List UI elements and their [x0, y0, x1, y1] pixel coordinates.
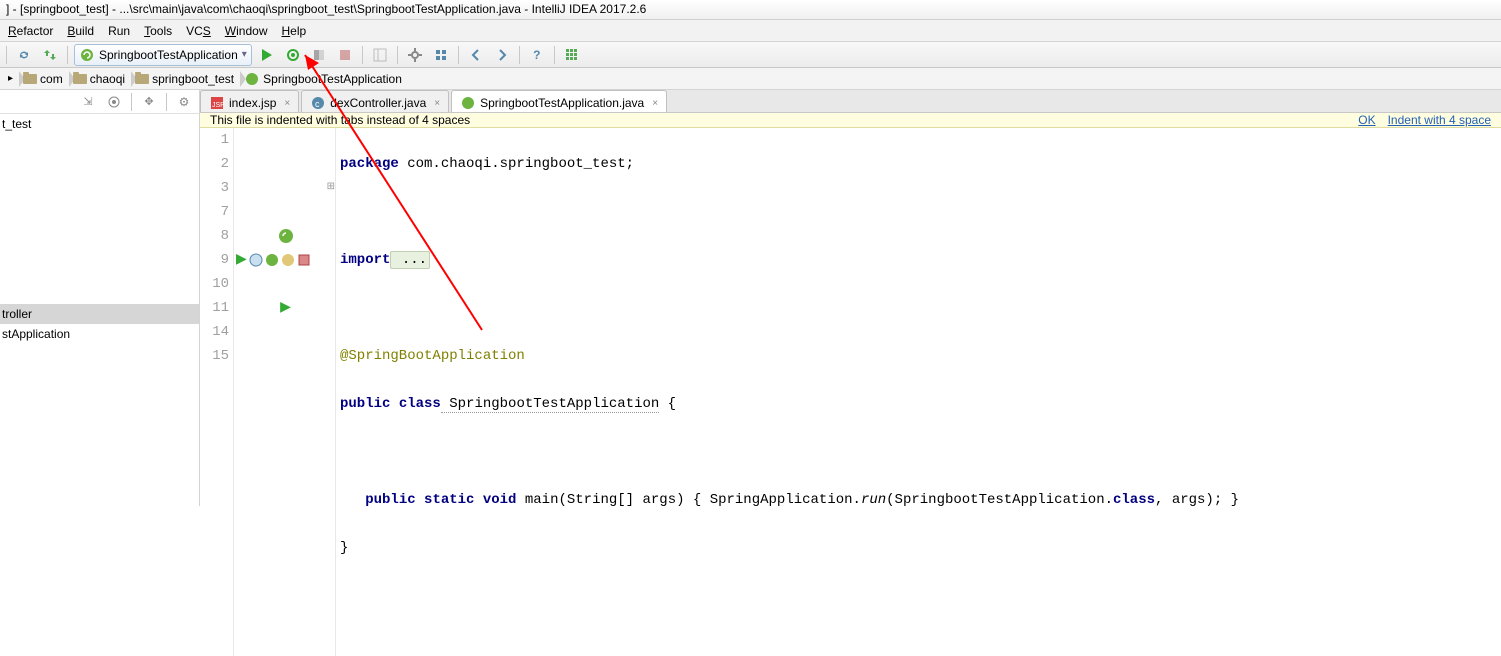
menu-help[interactable]: Help [275, 22, 312, 39]
project-sidebar: ⇲ ✥ ⚙ t_test troller stApplication [0, 90, 200, 506]
bean-icon [249, 253, 263, 267]
editor-area: JSP index.jsp× c dexController.java× Spr… [200, 90, 1501, 506]
stop-button[interactable] [334, 44, 356, 66]
indentation-notice: This file is indented with tabs instead … [200, 113, 1501, 128]
notice-text: This file is indented with tabs instead … [210, 113, 470, 127]
jsp-icon: JSP [209, 95, 225, 111]
editor-tab[interactable]: c dexController.java× [301, 90, 449, 112]
editor-tabs: JSP index.jsp× c dexController.java× Spr… [200, 90, 1501, 113]
bean-icon [281, 253, 295, 267]
sidebar-item[interactable]: stApplication [0, 324, 199, 344]
collapse-icon[interactable]: ⇲ [77, 91, 99, 113]
class-icon: c [310, 95, 326, 111]
editor-tab[interactable]: JSP index.jsp× [200, 90, 299, 112]
title-bar: ] - [springboot_test] - ...\src\main\jav… [0, 0, 1501, 20]
menu-build[interactable]: Build [61, 22, 100, 39]
spring-icon [460, 95, 476, 111]
menu-run[interactable]: Run [102, 22, 136, 39]
svg-text:JSP: JSP [212, 102, 224, 109]
menu-refactor[interactable]: Refactor [2, 22, 59, 39]
folder-icon [135, 74, 149, 84]
spring-icon [244, 71, 260, 87]
run-config-label: SpringbootTestApplication [99, 48, 238, 62]
breadcrumb-item[interactable]: chaoqi [69, 69, 131, 89]
fold-icon[interactable]: ⊞ [327, 176, 335, 200]
editor-tab-active[interactable]: SpringbootTestApplication.java× [451, 90, 667, 112]
coverage-button[interactable] [308, 44, 330, 66]
breadcrumb-item[interactable]: ▸ [4, 69, 19, 89]
settings-icon[interactable]: ⚙ [173, 91, 195, 113]
run-gutter-icon[interactable]: ▶ [280, 296, 291, 320]
spring-icon [265, 253, 279, 267]
target-icon[interactable] [103, 91, 125, 113]
menu-vcs[interactable]: VCS [180, 22, 217, 39]
settings-icon[interactable] [404, 44, 426, 66]
sync-icon[interactable] [13, 44, 35, 66]
notice-indent-link[interactable]: Indent with 4 space [1388, 113, 1491, 127]
folder-icon [73, 74, 87, 84]
breadcrumb-bar: ▸ com chaoqi springboot_test SpringbootT… [0, 68, 1501, 90]
window-title: ] - [springboot_test] - ...\src\main\jav… [6, 2, 646, 16]
updown-icon[interactable] [39, 44, 61, 66]
grid-icon[interactable] [561, 44, 583, 66]
close-icon[interactable]: × [648, 98, 658, 109]
menu-tools[interactable]: Tools [138, 22, 178, 39]
run-config-selector[interactable]: SpringbootTestApplication ▾ [74, 44, 252, 66]
sidebar-item[interactable]: troller [0, 304, 199, 324]
notice-ok-link[interactable]: OK [1358, 113, 1375, 127]
menu-window[interactable]: Window [219, 22, 274, 39]
spring-icon [278, 228, 294, 244]
code-content[interactable]: package com.chaoqi.springboot_test; impo… [336, 128, 1239, 656]
breadcrumb-item[interactable]: com [19, 69, 69, 89]
sidebar-project-row[interactable]: t_test [0, 114, 199, 134]
sort-icon[interactable]: ✥ [138, 91, 160, 113]
help-icon[interactable]: ? [526, 44, 548, 66]
menu-bar: Refactor Build Run Tools VCS Window Help [0, 20, 1501, 42]
structure-icon[interactable] [430, 44, 452, 66]
layout-icon[interactable] [369, 44, 391, 66]
sidebar-toolbar: ⇲ ✥ ⚙ [0, 90, 199, 114]
gutter-icons: ⊞ ▶ ▶ [234, 128, 336, 656]
main-toolbar: SpringbootTestApplication ▾ ? [0, 42, 1501, 68]
close-icon[interactable]: × [280, 98, 290, 109]
close-icon[interactable]: × [430, 98, 440, 109]
back-icon[interactable] [465, 44, 487, 66]
breadcrumb-item[interactable]: springboot_test [131, 69, 240, 89]
bean-icon [297, 253, 311, 267]
forward-icon[interactable] [491, 44, 513, 66]
spring-icon [79, 47, 95, 63]
run-gutter-icon[interactable]: ▶ [236, 248, 247, 272]
code-editor[interactable]: 1 2 3 7 8 9 10 11 14 15 ⊞ ▶ ▶ [200, 128, 1501, 656]
debug-button[interactable] [282, 44, 304, 66]
folder-icon [23, 74, 37, 84]
line-number-gutter: 1 2 3 7 8 9 10 11 14 15 [200, 128, 234, 656]
chevron-down-icon: ▾ [242, 49, 247, 60]
svg-text:c: c [315, 99, 320, 109]
breadcrumb-item[interactable]: SpringbootTestApplication [240, 69, 408, 89]
run-button[interactable] [256, 44, 278, 66]
